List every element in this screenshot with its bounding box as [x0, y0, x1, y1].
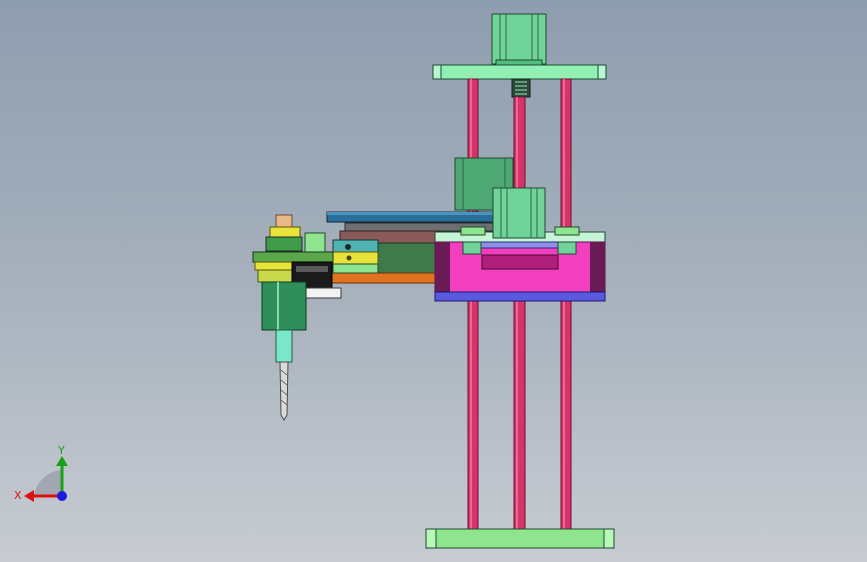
z-axis-dot [57, 491, 67, 501]
orientation-triad: Y X [14, 444, 68, 502]
carriage-block[interactable] [434, 231, 606, 302]
cad-model-canvas[interactable]: Y X [0, 0, 867, 562]
guide-rods [467, 78, 572, 530]
x-axis-label: X [14, 489, 22, 502]
top-plate[interactable] [432, 64, 607, 80]
elbow-joint[interactable] [332, 239, 379, 274]
carriage-stepper-motor[interactable] [492, 187, 546, 239]
cad-viewport[interactable]: Y X [0, 0, 867, 562]
end-effector[interactable] [252, 214, 342, 421]
top-stepper-motor[interactable] [491, 13, 547, 66]
base-plate[interactable] [425, 528, 615, 549]
y-axis-label: Y [57, 444, 65, 457]
top-coupling [511, 78, 531, 98]
